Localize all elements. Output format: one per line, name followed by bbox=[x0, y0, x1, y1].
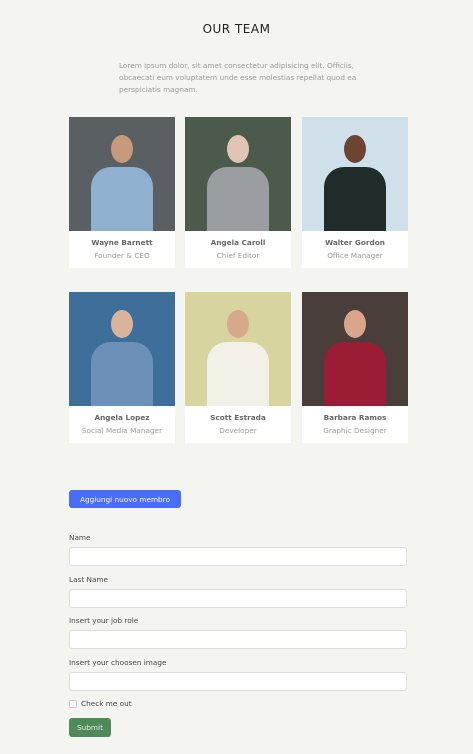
member-name: Angela Lopez bbox=[94, 413, 150, 422]
team-card: Wayne Barnett Founder & CEO bbox=[69, 117, 175, 268]
check-me-out-label: Check me out bbox=[81, 699, 132, 708]
member-photo bbox=[302, 117, 408, 231]
last-name-input[interactable] bbox=[69, 589, 407, 608]
team-card: Walter Gordon Office Manager bbox=[302, 117, 408, 268]
team-card: Angela Lopez Social Media Manager bbox=[69, 292, 175, 443]
name-label: Name bbox=[69, 533, 91, 542]
team-card: Barbara Ramos Graphic Designer bbox=[302, 292, 408, 443]
member-name: Barbara Ramos bbox=[323, 413, 387, 422]
add-member-button[interactable]: Aggiungi nuovo membro bbox=[69, 490, 181, 508]
member-photo bbox=[69, 292, 175, 406]
name-input[interactable] bbox=[69, 547, 407, 566]
member-role: Founder & CEO bbox=[94, 251, 150, 260]
member-name: Walter Gordon bbox=[325, 238, 385, 247]
image-label: Insert your choosen image bbox=[69, 658, 167, 667]
member-role: Graphic Designer bbox=[323, 426, 387, 435]
job-role-label: Insert your job role bbox=[69, 616, 139, 625]
member-role: Developer bbox=[219, 426, 257, 435]
member-role: Chief Editor bbox=[216, 251, 260, 260]
member-name: Scott Estrada bbox=[210, 413, 266, 422]
member-name: Wayne Barnett bbox=[91, 238, 153, 247]
member-role: Office Manager bbox=[327, 251, 383, 260]
team-card: Angela Caroll Chief Editor bbox=[185, 117, 291, 268]
job-role-input[interactable] bbox=[69, 630, 407, 649]
member-role: Social Media Manager bbox=[81, 426, 163, 435]
member-photo bbox=[185, 292, 291, 406]
page-title: OUR TEAM bbox=[202, 22, 271, 36]
team-card: Scott Estrada Developer bbox=[185, 292, 291, 443]
member-name: Angela Caroll bbox=[210, 238, 266, 247]
last-name-label: Last Name bbox=[69, 575, 109, 584]
image-input[interactable] bbox=[69, 672, 407, 691]
member-photo bbox=[185, 117, 291, 231]
submit-button[interactable]: Submit bbox=[69, 718, 111, 737]
intro-text: Lorem ipsum dolor, sit amet consectetur … bbox=[119, 61, 357, 94]
member-photo bbox=[69, 117, 175, 231]
check-me-out-checkbox[interactable] bbox=[69, 700, 77, 708]
member-photo bbox=[302, 292, 408, 406]
